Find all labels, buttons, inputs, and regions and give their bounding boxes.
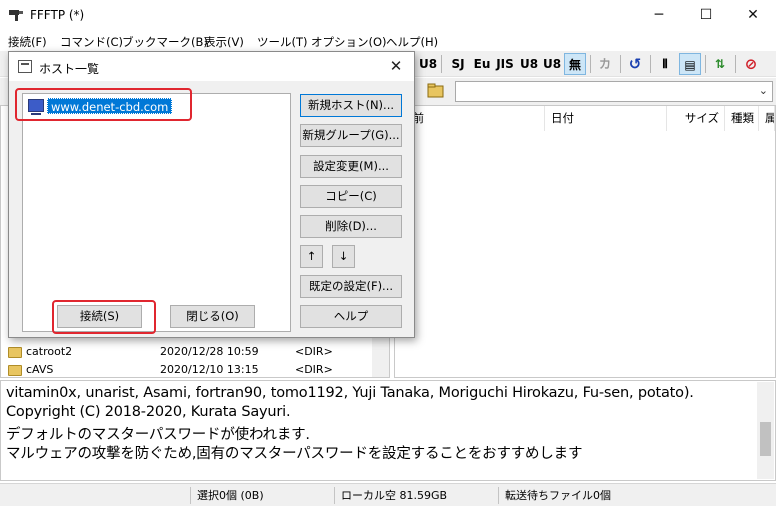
file-date: 2020/12/10 13:15 (160, 363, 259, 376)
new-host-button[interactable]: 新規ホスト(N)... (300, 94, 402, 117)
app-icon (9, 10, 23, 21)
menu-bar: 接続(F) コマンド(C) ブックマーク(B) 表示(V) ツール(T) オプシ… (0, 31, 776, 51)
list-view-icon[interactable]: ⦀ (654, 53, 676, 75)
column-type[interactable]: 種類 (725, 106, 759, 131)
highlight-box (52, 300, 156, 334)
utf8bom-button[interactable]: U8 (541, 53, 563, 75)
copy-button[interactable]: コピー(C) (300, 185, 402, 208)
column-date[interactable]: 日付 (545, 106, 667, 131)
host-list[interactable]: www.denet-cbd.com (22, 93, 291, 332)
menu-options[interactable]: オプション(O) (311, 34, 387, 50)
folder-open-icon[interactable] (427, 83, 445, 98)
log-line: vitamin0x, unarist, Asami, fortran90, to… (6, 385, 694, 401)
column-size[interactable]: サイズ (667, 106, 725, 131)
file-size: <DIR> (295, 345, 333, 358)
toolbar-separator (650, 55, 651, 73)
help-button[interactable]: ヘルプ (300, 305, 402, 328)
sync-icon[interactable]: ⇅ (709, 53, 731, 75)
utf8n-button[interactable]: U8 (518, 53, 540, 75)
list-item[interactable]: catroot2 2020/12/28 10:59 <DIR> (1, 344, 373, 361)
file-name: catroot2 (26, 345, 73, 358)
window-icon (18, 60, 32, 73)
refresh-icon[interactable]: ↺ (624, 53, 646, 75)
folder-icon (8, 347, 22, 358)
toolbar-separator (620, 55, 621, 73)
highlight-box (15, 88, 192, 121)
menu-help[interactable]: ヘルプ(H) (386, 34, 438, 50)
file-name: cAVS (26, 363, 54, 376)
host-list-dialog: ホスト一覧 ✕ www.denet-cbd.com 新規ホスト(N)... 新規… (8, 51, 415, 338)
log-pane: vitamin0x, unarist, Asami, fortran90, to… (0, 380, 776, 481)
toolbar-separator (705, 55, 706, 73)
log-scroll-thumb[interactable] (760, 422, 771, 456)
file-size: <DIR> (295, 363, 333, 376)
window-title: FFFTP (*) (30, 8, 85, 22)
default-settings-button[interactable]: 既定の設定(F)... (300, 275, 402, 298)
maximize-button[interactable]: ☐ (683, 0, 729, 31)
remote-path-input[interactable]: ⌄ (455, 81, 773, 102)
title-bar: FFFTP (*) ─ ☐ ✕ (0, 0, 776, 31)
euc-button[interactable]: Eu (471, 53, 493, 75)
menu-bookmark[interactable]: ブックマーク(B) (122, 34, 208, 50)
menu-view[interactable]: 表示(V) (204, 34, 244, 50)
new-group-button[interactable]: 新規グループ(G)... (300, 124, 402, 147)
delete-button[interactable]: 削除(D)... (300, 215, 402, 238)
close-dialog-button[interactable]: 閉じる(O) (170, 305, 255, 328)
chevron-down-icon[interactable]: ⌄ (759, 84, 768, 97)
menu-command[interactable]: コマンド(C) (60, 34, 123, 50)
log-scrollbar[interactable] (757, 382, 774, 479)
column-name[interactable]: 名前 (395, 106, 545, 131)
minimize-button[interactable]: ─ (636, 0, 682, 31)
dialog-close-icon[interactable]: ✕ (386, 56, 406, 76)
jis-button[interactable]: JIS (494, 53, 516, 75)
edit-settings-button[interactable]: 設定変更(M)... (300, 155, 402, 178)
menu-connect[interactable]: 接続(F) (8, 34, 47, 50)
folder-icon (8, 365, 22, 376)
toolbar-separator (590, 55, 591, 73)
status-selection: 選択0個 (0B) (190, 487, 334, 504)
toolbar-separator (735, 55, 736, 73)
no-convert-button[interactable]: 無 (564, 53, 586, 75)
move-down-button[interactable]: ↓ (332, 245, 355, 268)
log-line: マルウェアの攻撃を防ぐため,固有のマスターパスワードを設定することをおすすめしま… (6, 446, 583, 462)
remote-file-list[interactable]: 名前 日付 サイズ 種類 属 (394, 105, 776, 378)
toolbar-separator (441, 55, 442, 73)
file-date: 2020/12/28 10:59 (160, 345, 259, 358)
log-line: デフォルトのマスターパスワードが使われます. (6, 427, 310, 443)
menu-tools[interactable]: ツール(T) (257, 34, 308, 50)
list-item[interactable]: cAVS 2020/12/10 13:15 <DIR> (1, 362, 373, 379)
stop-icon[interactable]: ⊘ (740, 53, 762, 75)
dialog-title-bar: ホスト一覧 ✕ (9, 52, 414, 81)
dialog-title: ホスト一覧 (39, 62, 100, 76)
status-queue: 転送待ちファイル0個 (498, 487, 776, 504)
sjis-button[interactable]: SJ (447, 53, 469, 75)
column-attr[interactable]: 属 (759, 106, 775, 131)
move-up-button[interactable]: ↑ (300, 245, 323, 268)
kana-button[interactable]: カ (594, 53, 616, 75)
close-button[interactable]: ✕ (730, 0, 776, 31)
detail-view-icon[interactable]: ▤ (679, 53, 701, 75)
status-local-free: ローカル空 81.59GB (334, 487, 498, 504)
log-line: Copyright (C) 2018-2020, Kurata Sayuri. (6, 404, 291, 420)
utf8-button[interactable]: U8 (417, 53, 439, 75)
status-bar: 選択0個 (0B) ローカル空 81.59GB 転送待ちファイル0個 (0, 483, 776, 506)
